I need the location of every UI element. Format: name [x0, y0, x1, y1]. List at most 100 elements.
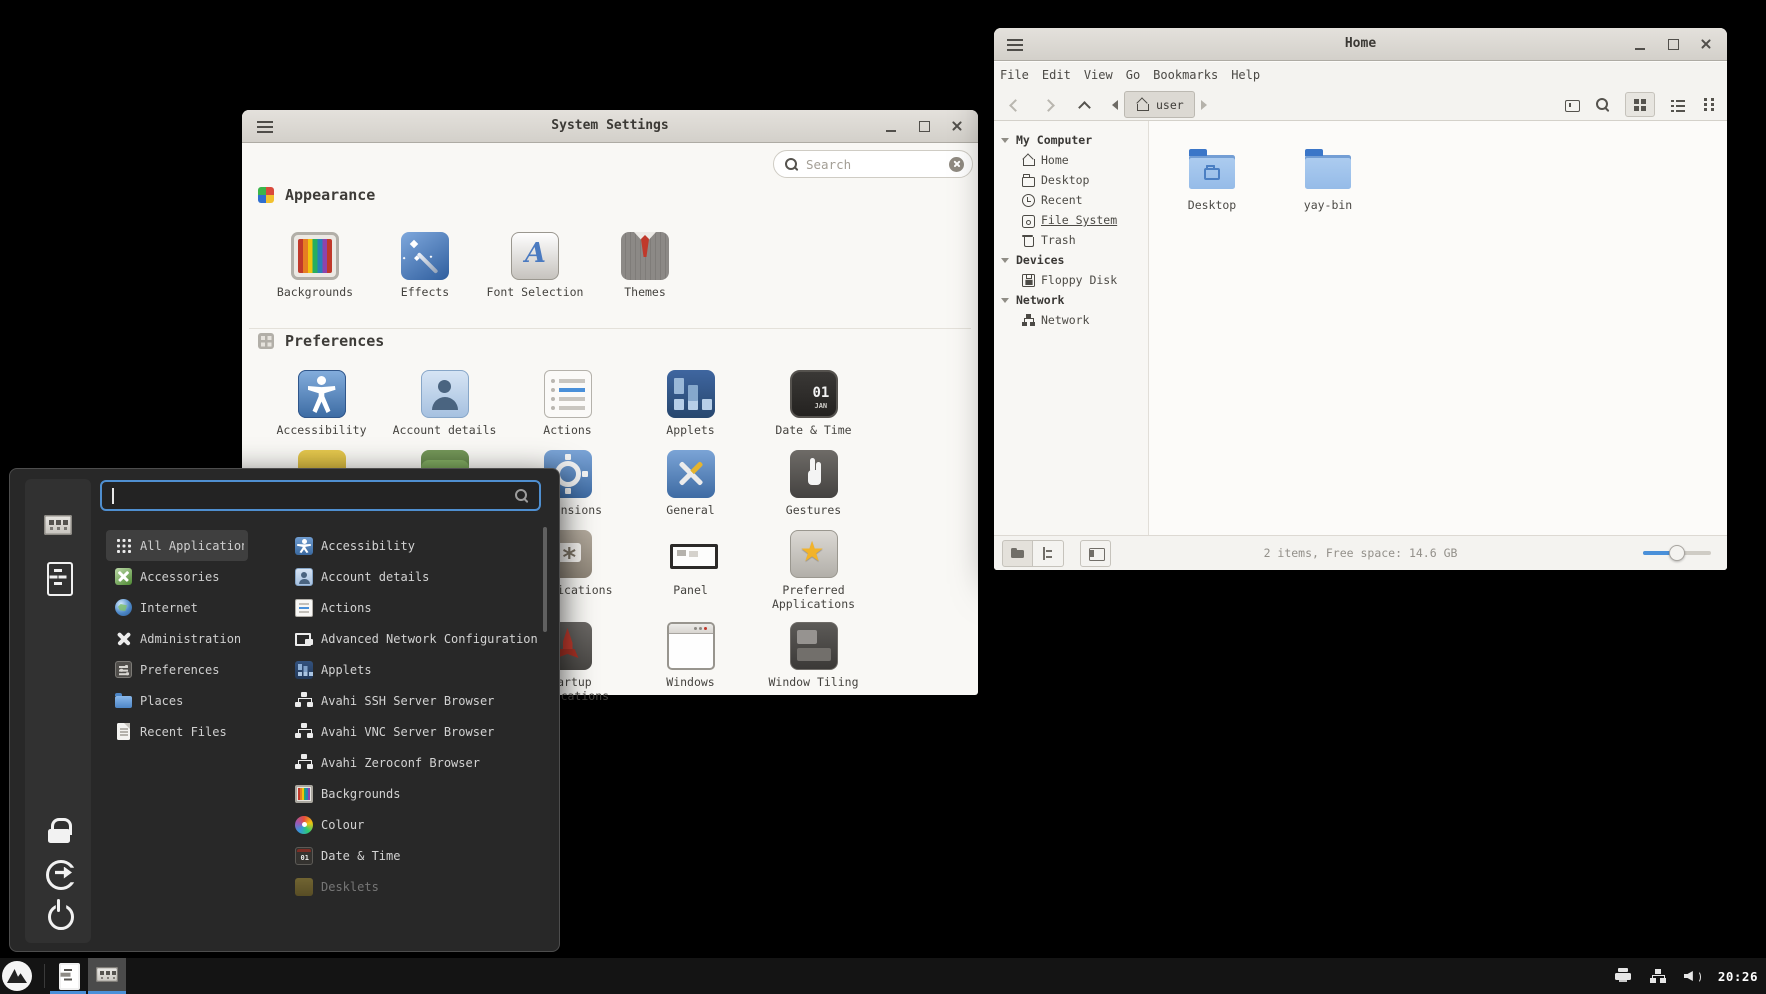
settings-item[interactable]: Account details — [383, 370, 506, 437]
shutdown-button[interactable] — [38, 893, 78, 933]
grid-view-button[interactable] — [1625, 92, 1655, 117]
sidebar-item[interactable]: File System — [994, 210, 1148, 230]
network-tray-icon[interactable] — [1649, 968, 1667, 984]
zoom-slider-knob[interactable] — [1669, 545, 1685, 561]
maximize-button[interactable] — [1660, 33, 1686, 55]
settings-item[interactable]: Themes — [590, 232, 700, 299]
menu-app-item[interactable]: Applets — [290, 654, 546, 685]
menu-category[interactable]: All Applications — [106, 530, 248, 561]
menu-search-input[interactable] — [100, 480, 541, 511]
clock[interactable]: 20:26 — [1718, 969, 1758, 984]
logout-button[interactable] — [38, 852, 78, 892]
menu-app-item[interactable]: Actions — [290, 592, 546, 623]
menubar-item[interactable]: View — [1084, 68, 1113, 82]
printer-tray-icon[interactable] — [1614, 968, 1632, 984]
menu-app-item[interactable]: Avahi SSH Server Browser — [290, 685, 546, 716]
treeview-toggle-button[interactable] — [1033, 540, 1064, 567]
sidebar-item[interactable]: Floppy Disk — [994, 270, 1148, 290]
settings-titlebar[interactable]: System Settings — [242, 110, 978, 143]
breadcrumb-left-button[interactable] — [1106, 91, 1124, 118]
search-button[interactable] — [1595, 97, 1610, 112]
settings-item[interactable]: Gestures — [752, 450, 875, 517]
taskbar-system-settings-button[interactable] — [88, 958, 126, 991]
menu-button[interactable] — [2, 961, 32, 991]
file-item[interactable]: yay-bin — [1282, 147, 1374, 212]
maximize-button[interactable] — [911, 115, 937, 137]
sidebar-item[interactable]: Network — [994, 310, 1148, 330]
menu-category[interactable]: Places — [106, 685, 248, 716]
menu-app-item[interactable]: Colour — [290, 809, 546, 840]
up-button[interactable] — [1076, 97, 1092, 113]
menu-app-item[interactable]: Account details — [290, 561, 546, 592]
settings-item[interactable]: Font Selection — [480, 232, 590, 299]
menu-scrollbar[interactable] — [543, 527, 547, 632]
menu-category[interactable]: Internet — [106, 592, 248, 623]
sidebar-section-my-computer[interactable]: My Computer — [994, 130, 1148, 150]
compact-view-button[interactable] — [1701, 97, 1717, 113]
settings-item[interactable]: Applets — [629, 370, 752, 437]
app-label: Avahi SSH Server Browser — [321, 694, 494, 708]
menu-app-item[interactable]: Desklets — [290, 871, 546, 902]
chevron-left-icon — [1112, 100, 1118, 110]
menu-app-item[interactable]: Advanced Network Configuration — [290, 623, 546, 654]
menubar-item[interactable]: Edit — [1042, 68, 1071, 82]
list-view-button[interactable] — [1670, 97, 1686, 113]
toggle-location-entry-button[interactable] — [1564, 97, 1580, 113]
places-toggle-button[interactable] — [1002, 540, 1033, 567]
menubar-item[interactable]: Go — [1126, 68, 1140, 82]
settings-item[interactable]: Preferred Applications — [752, 530, 875, 612]
zoom-slider[interactable] — [1643, 551, 1711, 555]
menu-category[interactable]: Accessories — [106, 561, 248, 592]
minimize-button[interactable] — [1627, 33, 1653, 55]
breadcrumb-location-button[interactable]: user — [1124, 91, 1195, 118]
lock-screen-button[interactable] — [38, 811, 78, 851]
minimize-button[interactable] — [878, 115, 904, 137]
fm-titlebar[interactable]: Home — [994, 28, 1727, 61]
settings-item[interactable]: General — [629, 450, 752, 517]
file-item[interactable]: Desktop — [1166, 147, 1258, 212]
settings-item[interactable]: Backgrounds — [260, 232, 370, 299]
system-settings-shortcut-button[interactable] — [38, 505, 78, 545]
close-button[interactable] — [1693, 33, 1719, 55]
settings-item[interactable]: Actions — [506, 370, 629, 437]
menu-category[interactable]: Administration — [106, 623, 248, 654]
settings-item[interactable]: Date & Time — [752, 370, 875, 437]
settings-search-input[interactable]: Search — [773, 150, 973, 178]
sidebar-item[interactable]: Recent — [994, 190, 1148, 210]
settings-item[interactable]: Panel — [629, 530, 752, 612]
sidebar-item[interactable]: Desktop — [994, 170, 1148, 190]
settings-item[interactable]: Windows — [629, 622, 752, 704]
preferences-section-header: Preferences — [258, 332, 384, 350]
menu-app-item[interactable]: Accessibility — [290, 530, 546, 561]
forward-button[interactable] — [1041, 97, 1057, 113]
volume-tray-icon[interactable] — [1684, 968, 1701, 984]
app-label: Backgrounds — [321, 787, 400, 801]
menu-app-item[interactable]: Avahi VNC Server Browser — [290, 716, 546, 747]
taskbar-file-manager-button[interactable] — [50, 958, 86, 991]
menu-category[interactable]: Preferences — [106, 654, 248, 685]
file-manager-icon — [41, 560, 75, 594]
sidebar-item[interactable]: Home — [994, 150, 1148, 170]
sidebar-section-devices[interactable]: Devices — [994, 250, 1148, 270]
close-button[interactable] — [944, 115, 970, 137]
settings-item[interactable]: Window Tiling — [752, 622, 875, 704]
preferences-icon — [258, 333, 274, 349]
menu-app-item[interactable]: Backgrounds — [290, 778, 546, 809]
menu-app-item[interactable]: Date & Time — [290, 840, 546, 871]
hide-sidebar-button[interactable] — [1080, 540, 1111, 567]
menu-app-item[interactable]: Avahi Zeroconf Browser — [290, 747, 546, 778]
settings-item[interactable]: Effects — [370, 232, 480, 299]
menu-category[interactable]: Recent Files — [106, 716, 248, 747]
breadcrumb-right-button[interactable] — [1195, 91, 1213, 118]
expander-caret-icon — [1001, 298, 1009, 303]
file-manager-shortcut-button[interactable] — [38, 557, 78, 597]
menubar-item[interactable]: Help — [1231, 68, 1260, 82]
back-button[interactable] — [1006, 97, 1022, 113]
settings-item[interactable]: Accessibility — [260, 370, 383, 437]
menubar-item[interactable]: Bookmarks — [1153, 68, 1218, 82]
sidebar-item[interactable]: Trash — [994, 230, 1148, 250]
menubar-item[interactable]: File — [1000, 68, 1029, 82]
file-name: yay-bin — [1304, 198, 1352, 212]
sidebar-section-network[interactable]: Network — [994, 290, 1148, 310]
clear-search-icon[interactable] — [949, 157, 964, 172]
